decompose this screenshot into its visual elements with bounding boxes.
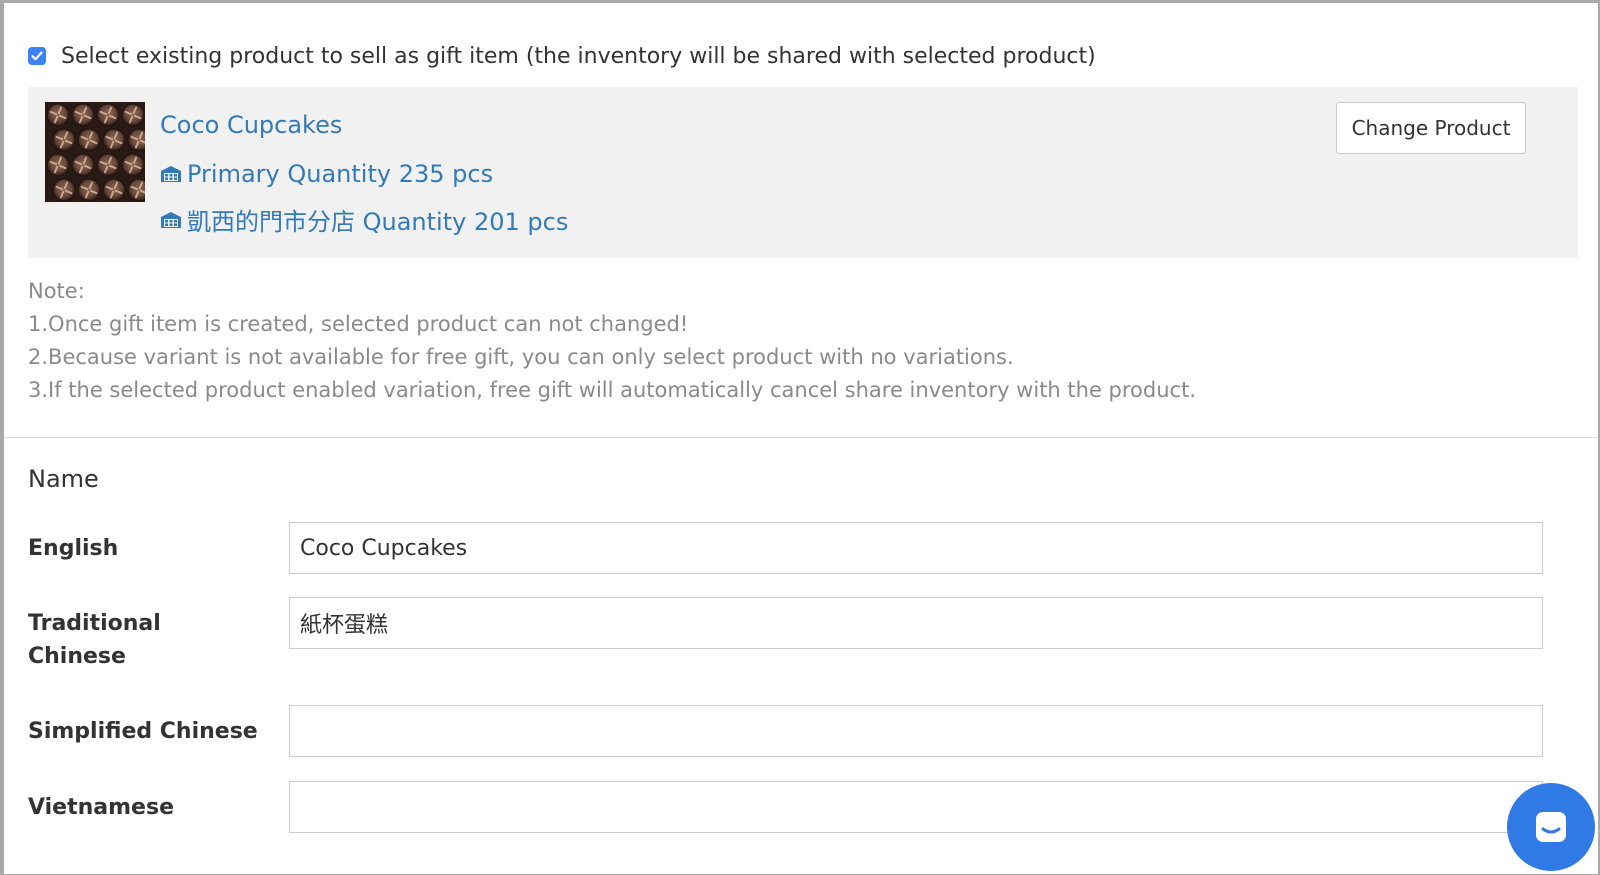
- english-label: English: [28, 536, 119, 561]
- section-divider: [4, 437, 1598, 438]
- vietnamese-label: Vietnamese: [28, 795, 174, 820]
- simplified-chinese-name-input[interactable]: [289, 705, 1543, 757]
- traditional-chinese-name-input[interactable]: [289, 597, 1543, 649]
- traditional-chinese-label: Traditional Chinese: [28, 611, 161, 669]
- share-inventory-label[interactable]: Select existing product to sell as gift …: [61, 44, 1096, 69]
- inventory-primary-text[interactable]: Primary Quantity 235 pcs: [187, 160, 493, 188]
- english-name-input[interactable]: [289, 522, 1543, 574]
- note-line: 3.If the selected product enabled variat…: [28, 378, 1196, 402]
- cupcake-thumbnail-icon: [45, 102, 145, 202]
- vietnamese-name-input[interactable]: [289, 781, 1543, 833]
- warehouse-icon: [161, 166, 181, 182]
- inventory-primary[interactable]: Primary Quantity 235 pcs: [160, 160, 493, 188]
- checkmark-icon: [31, 51, 43, 61]
- notes-block: Note: 1.Once gift item is created, selec…: [28, 275, 1196, 407]
- inventory-branch[interactable]: 凱西的門市分店 Quantity 201 pcs: [160, 202, 568, 237]
- gift-item-panel: Select existing product to sell as gift …: [4, 3, 1598, 874]
- share-inventory-checkbox[interactable]: [28, 47, 46, 65]
- chat-launcher-button[interactable]: [1507, 783, 1595, 871]
- notes-title: Note:: [28, 279, 85, 303]
- share-inventory-option[interactable]: Select existing product to sell as gift …: [28, 39, 1096, 73]
- chat-bubble-icon: [1536, 812, 1566, 842]
- product-thumbnail: [45, 102, 145, 202]
- simplified-chinese-label: Simplified Chinese: [28, 719, 258, 744]
- product-name-link[interactable]: Coco Cupcakes: [160, 111, 342, 139]
- warehouse-icon: [161, 211, 181, 228]
- name-section-title: Name: [28, 465, 99, 493]
- note-line: 2.Because variant is not available for f…: [28, 345, 1014, 369]
- selected-product-card: Coco Cupcakes Primary Quantity 235 pcs 凱…: [28, 87, 1578, 258]
- note-line: 1.Once gift item is created, selected pr…: [28, 312, 689, 336]
- inventory-branch-text[interactable]: 凱西的門市分店 Quantity 201 pcs: [187, 202, 568, 237]
- change-product-button[interactable]: Change Product: [1336, 102, 1526, 154]
